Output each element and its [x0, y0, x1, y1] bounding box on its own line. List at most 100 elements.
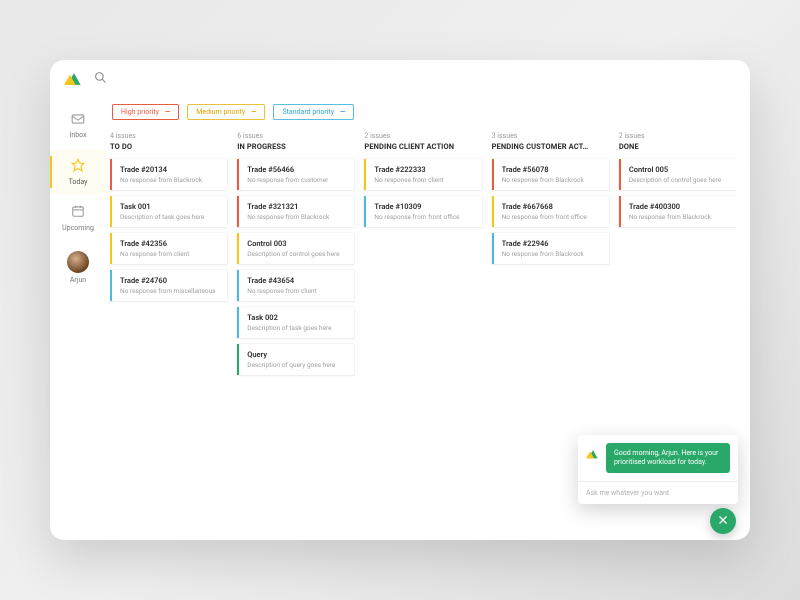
kanban-card[interactable]: Trade #667668 No response from front offi…	[492, 196, 609, 227]
card-title: Control 005	[629, 165, 728, 174]
card-title: Trade #22946	[502, 239, 601, 248]
card-subtitle: No response from Blackrock	[502, 250, 601, 258]
kanban-card[interactable]: Trade #56078 No response from Blackrock	[492, 159, 609, 190]
minus-icon: —	[251, 108, 256, 116]
star-icon	[71, 158, 85, 175]
column-count: 3 issues	[492, 132, 609, 140]
kanban-card[interactable]: Trade #22946 No response from Blackrock	[492, 233, 609, 264]
card-title: Task 002	[247, 313, 346, 322]
chat-body: Good morning, Arjun. Here is your priori…	[578, 435, 738, 481]
column-count: 2 issues	[619, 132, 736, 140]
card-title: Trade #400300	[629, 202, 728, 211]
card-title: Trade #43654	[247, 276, 346, 285]
sidebar-user[interactable]: Arjun	[50, 242, 106, 286]
kanban-column: 2 issues PENDING CLIENT ACTION Trade #2223…	[364, 132, 481, 526]
kanban-card[interactable]: Trade #42356 No response from client	[110, 233, 227, 264]
card-title: Trade #321321	[247, 202, 346, 211]
column-title: DONE	[619, 142, 736, 151]
kanban-card[interactable]: Trade #400300 No response from Blackrock	[619, 196, 736, 227]
card-subtitle: No response from Blackrock	[502, 176, 601, 184]
card-subtitle: No response from client	[374, 176, 473, 184]
minus-icon: —	[340, 108, 345, 116]
sidebar: Inbox Today Upcoming	[50, 98, 106, 540]
kanban-card[interactable]: Trade #222333 No response from client	[364, 159, 481, 190]
kanban-column: 4 issues TO DO Trade #20134 No response fro…	[110, 132, 227, 526]
app-window: Inbox Today Upcoming	[50, 60, 750, 540]
sidebar-item-today[interactable]: Today	[50, 150, 106, 194]
sidebar-item-inbox[interactable]: Inbox	[50, 104, 106, 148]
column-title: IN PROGRESS	[237, 142, 354, 151]
card-subtitle: Description of control goes here	[247, 250, 346, 258]
avatar	[67, 251, 89, 273]
card-subtitle: Description of query goes here	[247, 361, 346, 369]
filter-chip-med[interactable]: Medium priority —	[187, 104, 265, 120]
kanban-card[interactable]: Task 002 Description of task goes here	[237, 307, 354, 338]
chat-message: Good morning, Arjun. Here is your priori…	[606, 443, 730, 473]
column-count: 4 issues	[110, 132, 227, 140]
card-subtitle: No response from Blackrock	[247, 213, 346, 221]
sidebar-user-name: Arjun	[70, 276, 86, 284]
chat-logo-icon	[586, 445, 600, 457]
minus-icon: —	[165, 108, 170, 116]
sidebar-item-label: Inbox	[69, 131, 86, 139]
card-title: Task 001	[120, 202, 219, 211]
card-subtitle: No response from customer	[247, 176, 346, 184]
card-subtitle: No response from Blackrock	[629, 213, 728, 221]
kanban-card[interactable]: Trade #24760 No response from miscellaneo…	[110, 270, 227, 301]
kanban-card[interactable]: Trade #43654No response from client	[237, 270, 354, 301]
filter-chip-std[interactable]: Standard priority —	[273, 104, 354, 120]
sidebar-item-label: Upcoming	[62, 224, 94, 232]
column-count: 6 issues	[237, 132, 354, 140]
card-subtitle: No response from Blackrock	[120, 176, 219, 184]
column-title: TO DO	[110, 142, 227, 151]
chat-widget: Good morning, Arjun. Here is your priori…	[578, 435, 738, 504]
filter-label: Standard priority	[282, 108, 334, 116]
card-subtitle: No response from front office	[374, 213, 473, 221]
calendar-icon	[71, 204, 85, 221]
kanban-card[interactable]: Trade #10309 No response from front offic…	[364, 196, 481, 227]
kanban-card[interactable]: Trade #321321 No response from Blackrock	[237, 196, 354, 227]
topbar	[50, 60, 750, 98]
card-title: Trade #10309	[374, 202, 473, 211]
kanban-card[interactable]: Trade #20134 No response from Blackrock	[110, 159, 227, 190]
card-subtitle: No response from miscellaneous	[120, 287, 219, 295]
card-subtitle: No response from front office	[502, 213, 601, 221]
card-list: Trade #20134 No response from Blackrock Ta…	[110, 159, 227, 301]
card-list: Trade #222333No response from clientTrad…	[364, 159, 481, 227]
filter-bar: High priority—Medium priority—Standard p…	[110, 104, 736, 120]
card-subtitle: Description of task goes here	[120, 213, 219, 221]
sidebar-item-label: Today	[69, 178, 88, 186]
card-title: Trade #20134	[120, 165, 219, 174]
column-count: 2 issues	[364, 132, 481, 140]
chat-close-button[interactable]	[710, 508, 736, 534]
filter-chip-high[interactable]: High priority—	[112, 104, 179, 120]
close-icon	[717, 514, 729, 529]
chat-input[interactable]: Ask me whatever you want	[578, 481, 738, 504]
search-icon[interactable]	[94, 71, 107, 88]
card-subtitle: No response from client	[120, 250, 219, 258]
kanban-card[interactable]: Query Description of query goes here	[237, 344, 354, 375]
card-title: Query	[247, 350, 346, 359]
inbox-icon	[71, 113, 85, 128]
card-list: Control 005 Description of control goes h…	[619, 159, 736, 227]
kanban-column: 6 issues IN PROGRESS Trade #56466No respon…	[237, 132, 354, 526]
column-title: PENDING CUSTOMER ACT…	[492, 142, 609, 151]
card-title: Trade #42356	[120, 239, 219, 248]
card-title: Trade #24760	[120, 276, 219, 285]
card-subtitle: Description of control goes here	[629, 176, 728, 184]
card-subtitle: Description of task goes here	[247, 324, 346, 332]
card-title: Trade #667668	[502, 202, 601, 211]
kanban-card[interactable]: Control 005 Description of control goes h…	[619, 159, 736, 190]
sidebar-item-upcoming[interactable]: Upcoming	[50, 196, 106, 240]
kanban-card[interactable]: Trade #56466No response from customer	[237, 159, 354, 190]
card-title: Control 003	[247, 239, 346, 248]
card-list: Trade #56466No response from customer Tra…	[237, 159, 354, 375]
kanban-card[interactable]: Control 003 Description of control goes h…	[237, 233, 354, 264]
kanban-card[interactable]: Task 001 Description of task goes here	[110, 196, 227, 227]
column-title: PENDING CLIENT ACTION	[364, 142, 481, 151]
filter-label: Medium priority	[196, 108, 245, 116]
card-title: Trade #56078	[502, 165, 601, 174]
app-logo	[64, 71, 84, 87]
card-list: Trade #56078No response from BlackrockTr…	[492, 159, 609, 264]
card-title: Trade #222333	[374, 165, 473, 174]
